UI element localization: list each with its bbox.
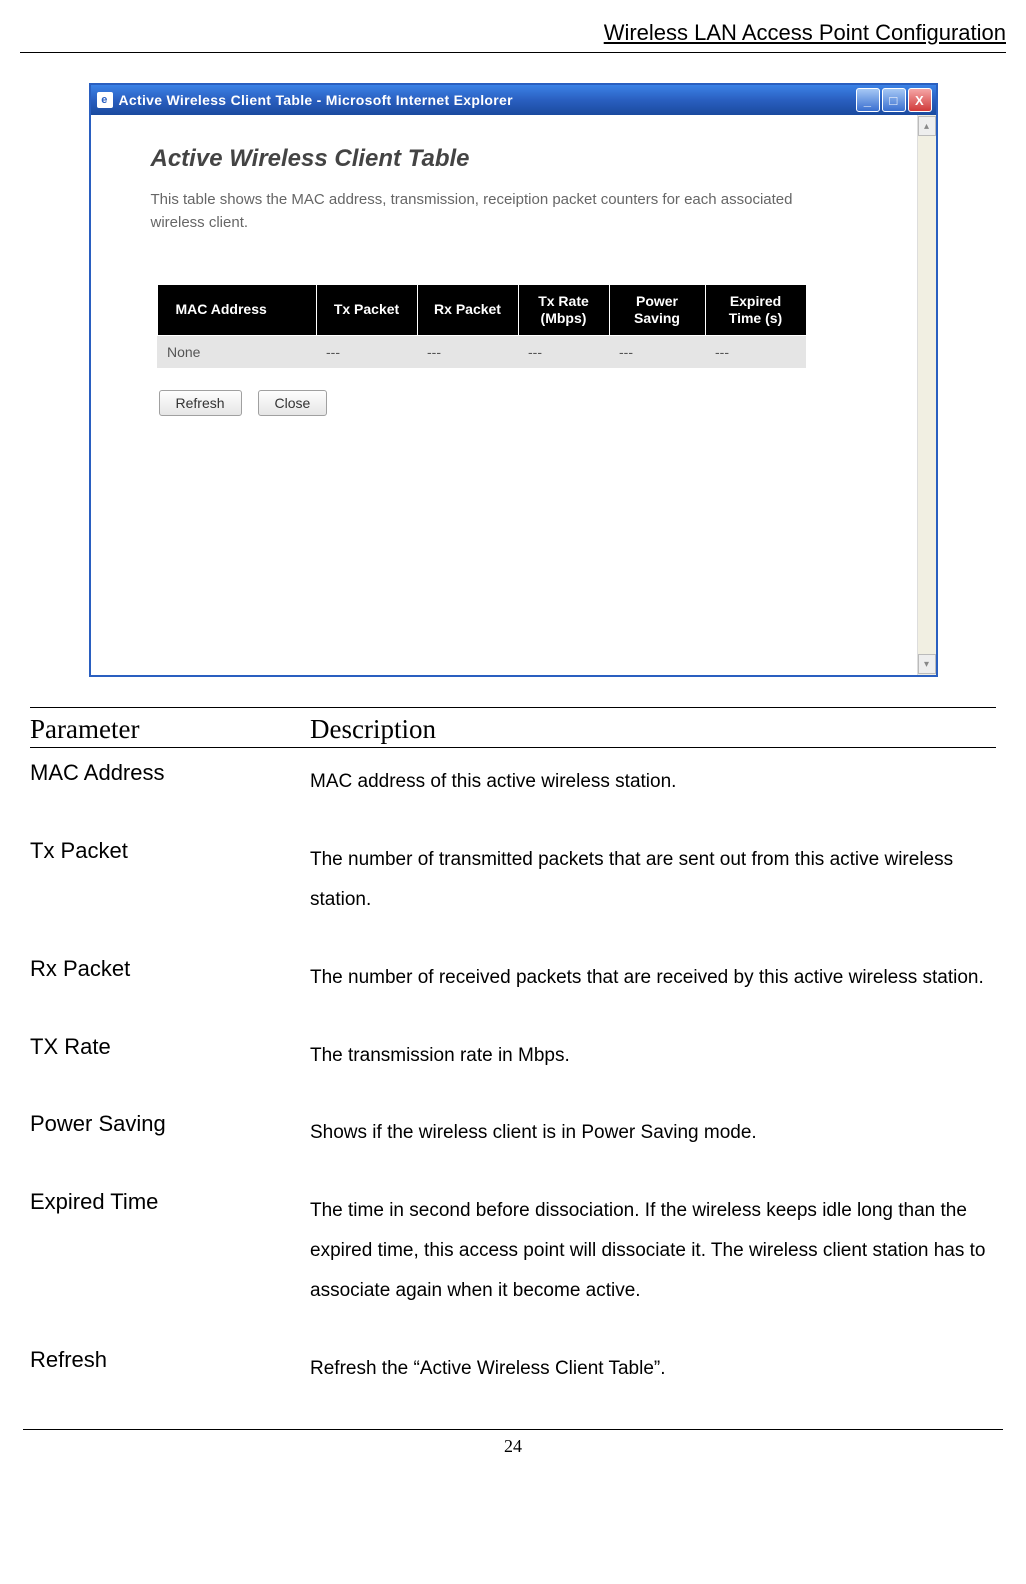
param-name: Rx Packet: [30, 956, 310, 982]
button-row: Refresh Close: [159, 390, 887, 416]
param-name: Refresh: [30, 1347, 310, 1373]
header-parameter: Parameter: [30, 714, 310, 745]
param-desc: Shows if the wireless client is in Power…: [310, 1111, 757, 1153]
ie-content: Active Wireless Client Table This table …: [91, 115, 917, 675]
param-desc: The time in second before dissociation. …: [310, 1189, 996, 1311]
ie-window: e Active Wireless Client Table - Microso…: [89, 83, 938, 677]
col-rate: Tx Rate (Mbps): [518, 285, 609, 336]
header-description: Description: [310, 714, 436, 745]
param-name: MAC Address: [30, 760, 310, 786]
table-row: None --- --- --- --- ---: [157, 335, 806, 368]
param-name: Tx Packet: [30, 838, 310, 864]
param-row: MAC Address MAC address of this active w…: [30, 760, 996, 802]
parameter-section: Parameter Description MAC Address MAC ad…: [30, 707, 996, 1389]
param-row: Rx Packet The number of received packets…: [30, 956, 996, 998]
table-header-row: MAC Address Tx Packet Rx Packet Tx Rate …: [157, 285, 806, 336]
scroll-down-icon[interactable]: ▾: [918, 654, 936, 674]
param-desc: MAC address of this active wireless stat…: [310, 760, 676, 802]
ie-titlebar[interactable]: e Active Wireless Client Table - Microso…: [91, 85, 936, 115]
scrollbar[interactable]: ▴ ▾: [917, 115, 936, 675]
refresh-button[interactable]: Refresh: [159, 390, 242, 416]
col-mac: MAC Address: [157, 285, 316, 336]
param-name: Power Saving: [30, 1111, 310, 1137]
param-desc: The number of received packets that are …: [310, 956, 984, 998]
window-controls: _ □ X: [856, 88, 932, 112]
ie-window-title: Active Wireless Client Table - Microsoft…: [119, 92, 856, 108]
param-desc: The number of transmitted packets that a…: [310, 838, 996, 920]
content-heading: Active Wireless Client Table: [151, 145, 887, 173]
param-row: Power Saving Shows if the wireless clien…: [30, 1111, 996, 1153]
param-row: Tx Packet The number of transmitted pack…: [30, 838, 996, 920]
ie-content-wrap: Active Wireless Client Table This table …: [91, 115, 936, 675]
cell-rate: ---: [518, 335, 609, 368]
maximize-button[interactable]: □: [882, 88, 906, 112]
cell-exp: ---: [705, 335, 806, 368]
page-number: 24: [23, 1429, 1003, 1457]
param-name: TX Rate: [30, 1034, 310, 1060]
close-window-button[interactable]: X: [908, 88, 932, 112]
col-exp: Expired Time (s): [705, 285, 806, 336]
minimize-button[interactable]: _: [856, 88, 880, 112]
param-desc: Refresh the “Active Wireless Client Tabl…: [310, 1347, 666, 1389]
scroll-up-icon[interactable]: ▴: [918, 116, 936, 136]
param-row: Refresh Refresh the “Active Wireless Cli…: [30, 1347, 996, 1389]
col-ps: Power Saving: [609, 285, 705, 336]
content-description: This table shows the MAC address, transm…: [151, 189, 831, 234]
cell-ps: ---: [609, 335, 705, 368]
param-desc: The transmission rate in Mbps.: [310, 1034, 570, 1076]
close-button[interactable]: Close: [258, 390, 328, 416]
cell-mac: None: [157, 335, 316, 368]
param-row: Expired Time The time in second before d…: [30, 1189, 996, 1311]
col-rx: Rx Packet: [417, 285, 518, 336]
parameter-header: Parameter Description: [30, 714, 996, 748]
cell-tx: ---: [316, 335, 417, 368]
param-name: Expired Time: [30, 1189, 310, 1215]
page-header: Wireless LAN Access Point Configuration: [20, 20, 1006, 53]
param-row: TX Rate The transmission rate in Mbps.: [30, 1034, 996, 1076]
col-tx: Tx Packet: [316, 285, 417, 336]
cell-rx: ---: [417, 335, 518, 368]
client-table: MAC Address Tx Packet Rx Packet Tx Rate …: [157, 284, 807, 368]
ie-app-icon: e: [97, 92, 113, 108]
